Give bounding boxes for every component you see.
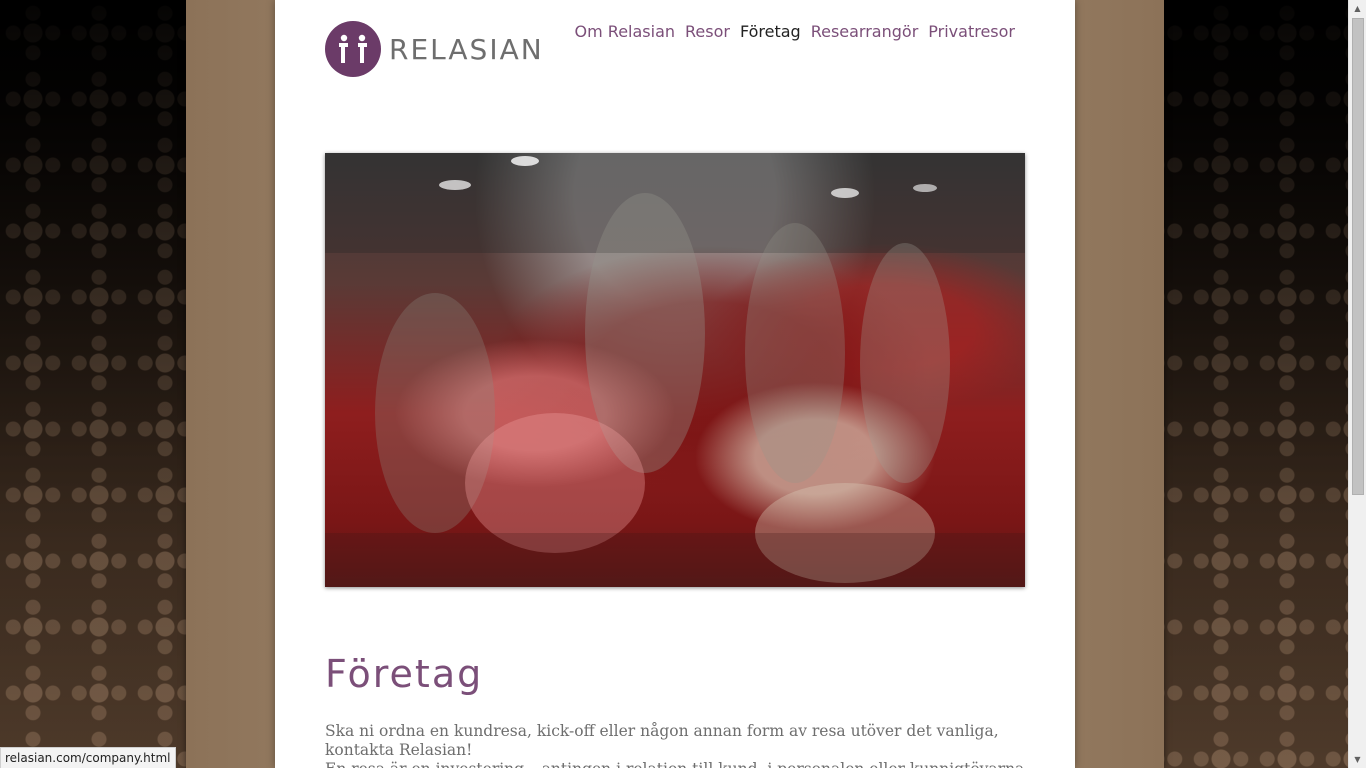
scroll-up-arrow-icon[interactable]: ▲ (1349, 0, 1366, 17)
scroll-down-arrow-icon[interactable]: ▼ (1349, 751, 1366, 768)
paragraph: En resa är en investering – antingen i r… (325, 760, 1025, 768)
vertical-scrollbar[interactable]: ▲ ▼ (1348, 0, 1366, 768)
nav-item-om-relasian[interactable]: Om Relasian (575, 22, 675, 41)
site-logo[interactable]: RELASIAN (325, 20, 544, 78)
status-bar-url: relasian.com/company.html (0, 747, 176, 768)
nav-item-foretag[interactable]: Företag (740, 22, 801, 41)
logo-text: RELASIAN (389, 32, 544, 66)
main-nav: Om Relasian Resor Företag Researrangör P… (575, 22, 1015, 41)
page-title: Företag (325, 652, 484, 696)
main-content: RELASIAN Om Relasian Resor Företag Resea… (275, 0, 1075, 768)
paragraph: Ska ni ordna en kundresa, kick-off eller… (325, 722, 999, 759)
body-text: Ska ni ordna en kundresa, kick-off eller… (325, 722, 1025, 768)
nav-item-resor[interactable]: Resor (685, 22, 730, 41)
hero-image (325, 153, 1025, 587)
hero-image-artwork (325, 153, 1025, 587)
nav-item-researrangor[interactable]: Researrangör (811, 22, 919, 41)
relasian-logo-mark-icon (325, 21, 381, 77)
nav-item-privatresor[interactable]: Privatresor (928, 22, 1015, 41)
scrollbar-thumb[interactable] (1352, 18, 1364, 495)
